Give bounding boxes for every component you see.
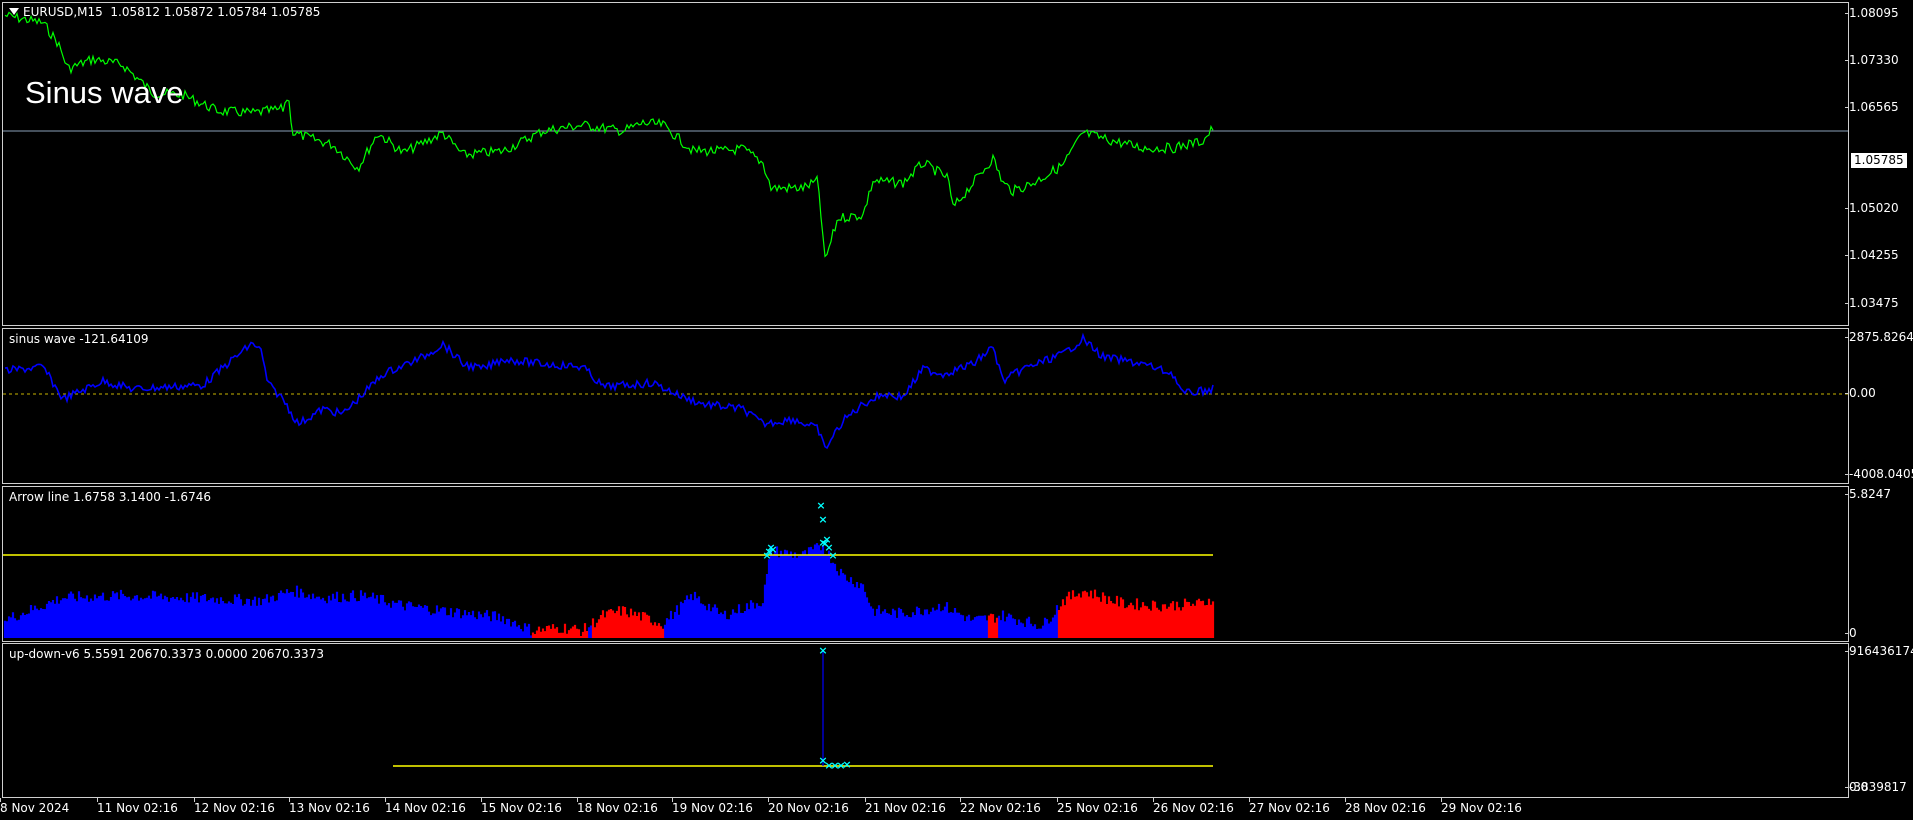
price-line-chart: [3, 11, 1848, 258]
time-label: 26 Nov 02:16: [1153, 798, 1234, 815]
ohlc-values: 1.05812 1.05872 1.05784 1.05785: [110, 5, 321, 19]
arrow-marker: ×: [816, 499, 825, 512]
axis-tick: -3839817: [1845, 780, 1907, 794]
sinus-wave-pane[interactable]: sinus wave -121.64109: [2, 328, 1849, 484]
price-tick: 1.04255: [1845, 248, 1899, 262]
up-down-marker: ×: [842, 758, 851, 771]
axis-tick: 0: [1845, 626, 1857, 640]
time-label: 12 Nov 02:16: [194, 798, 275, 815]
sinus-axis[interactable]: 2875.8264 0.00 -4008.0405: [1844, 328, 1913, 484]
arrow-histogram: ×××××××××××: [3, 499, 1215, 638]
indicator-title: sinus wave -121.64109: [9, 332, 149, 346]
sinus-wave-text: Sinus wave: [25, 75, 184, 110]
sinus-wave-line: [3, 332, 1848, 450]
current-price-box: 1.05785: [1851, 153, 1907, 168]
time-label: 21 Nov 02:16: [865, 798, 946, 815]
time-label: 20 Nov 02:16: [768, 798, 849, 815]
up-down-pane[interactable]: × × × × × × up-down-v6 5.5591 20670.3373 0.00…: [2, 643, 1849, 798]
symbol-label: EURUSD,M15: [23, 5, 103, 19]
price-axis[interactable]: 1.08095 1.07330 1.06565 1.05785 1.05020 …: [1845, 2, 1913, 326]
arrow-marker: ×: [768, 543, 777, 556]
up-down-axis[interactable]: 916436174 0.0 -3839817: [1844, 643, 1913, 798]
price-tick: 1.03475: [1845, 296, 1899, 310]
price-tick: 1.07330: [1845, 53, 1899, 67]
axis-tick: 5.8247: [1845, 487, 1891, 501]
time-label: 14 Nov 02:16: [385, 798, 466, 815]
time-label: 25 Nov 02:16: [1057, 798, 1138, 815]
arrow-axis[interactable]: 5.8247 0: [1845, 486, 1913, 642]
time-label: 27 Nov 02:16: [1249, 798, 1330, 815]
axis-tick: 2875.8264: [1845, 330, 1913, 344]
price-tick: 1.08095: [1845, 6, 1899, 20]
time-label: 22 Nov 02:16: [960, 798, 1041, 815]
dropdown-triangle-icon[interactable]: [9, 8, 19, 15]
time-label: 19 Nov 02:16: [672, 798, 753, 815]
price-tick: 1.06565: [1845, 100, 1899, 114]
indicator-title: up-down-v6 5.5591 20670.3373 0.0000 2067…: [9, 647, 324, 661]
time-label: 13 Nov 02:16: [289, 798, 370, 815]
price-chart-pane[interactable]: EURUSD,M15 1.05812 1.05872 1.05784 1.057…: [2, 2, 1849, 326]
up-down-marker: ×: [818, 644, 827, 657]
price-tick: 1.05020: [1845, 201, 1899, 215]
time-label: 18 Nov 02:16: [577, 798, 658, 815]
arrow-marker: ×: [818, 513, 827, 526]
axis-tick: -4008.0405: [1844, 467, 1913, 481]
time-label: 15 Nov 02:16: [481, 798, 562, 815]
time-label: 11 Nov 02:16: [97, 798, 178, 815]
chart-title[interactable]: EURUSD,M15 1.05812 1.05872 1.05784 1.057…: [9, 5, 320, 19]
arrow-line-pane[interactable]: × × × × × × × × × × × Arrow line 1.6758 3.1400 -1.…: [2, 486, 1849, 642]
up-down-plot: ××××××: [393, 644, 1213, 772]
indicator-title: Arrow line 1.6758 3.1400 -1.6746: [9, 490, 211, 504]
price-series-line: [4, 11, 1214, 258]
time-label: 28 Nov 02:16: [1345, 798, 1426, 815]
time-label: 8 Nov 2024: [0, 798, 70, 815]
sinus-series-line: [4, 332, 1214, 450]
time-axis[interactable]: 8 Nov 2024 11 Nov 02:16 12 Nov 02:16 13 Nov…: [0, 798, 1849, 820]
axis-tick: 916436174: [1845, 644, 1913, 658]
time-label: 29 Nov 02:16: [1441, 798, 1522, 815]
axis-tick: 0.00: [1845, 386, 1876, 400]
blue-histogram: [3, 543, 1059, 638]
arrow-marker: ×: [828, 549, 837, 562]
